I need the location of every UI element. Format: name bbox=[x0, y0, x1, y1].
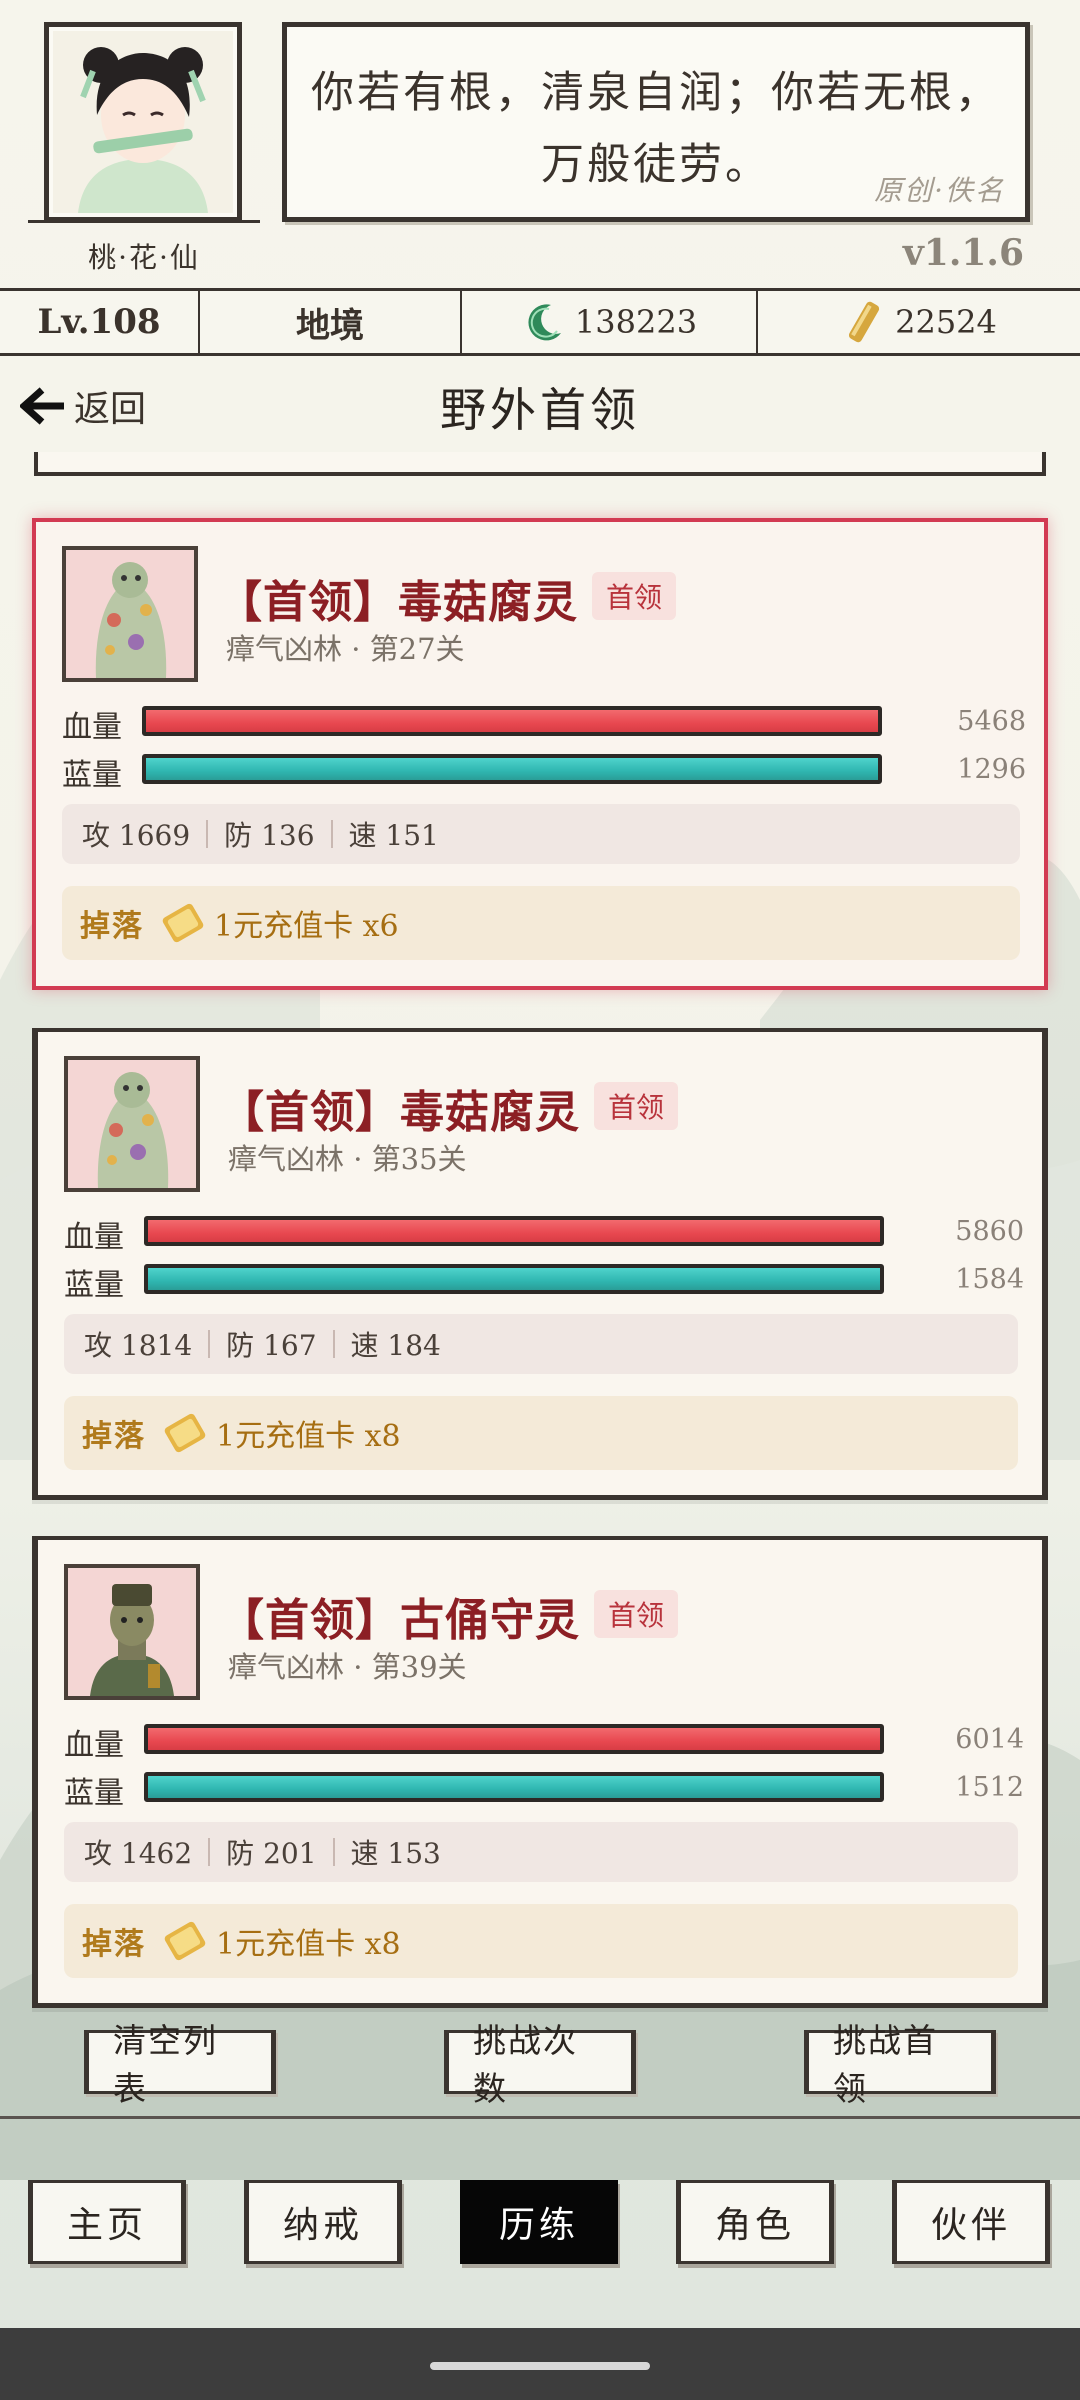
home-indicator[interactable] bbox=[430, 2362, 650, 2370]
drop-row: 掉落 1元充值卡 x8 bbox=[64, 1396, 1018, 1470]
speed-stat: 速 151 bbox=[348, 819, 439, 852]
player-avatar[interactable] bbox=[44, 22, 242, 222]
mp-value: 1296 bbox=[957, 754, 1026, 785]
combat-stats: 攻 1462 防 201 速 153 bbox=[64, 1822, 1018, 1882]
mp-bar bbox=[142, 754, 882, 784]
defense-stat: 防 167 bbox=[226, 1329, 317, 1362]
nav-training-button[interactable]: 历练 bbox=[460, 2180, 618, 2264]
drop-label: 掉落 bbox=[82, 1419, 146, 1454]
page-title: 野外首领 bbox=[440, 383, 640, 437]
challenge-boss-button[interactable]: 挑战首领 bbox=[804, 2021, 996, 2108]
boss-location: 瘴气凶林 · 第39关 bbox=[228, 1650, 467, 1684]
boss-portrait bbox=[64, 1564, 200, 1700]
boss-name: 【首领】毒菇腐灵 bbox=[218, 577, 578, 628]
hp-label: 血量 bbox=[64, 1728, 124, 1763]
hp-value: 5468 bbox=[957, 706, 1026, 737]
speed-stat: 速 153 bbox=[350, 1837, 441, 1870]
previous-card-edge bbox=[34, 452, 1046, 476]
combat-stats: 攻 1814 防 167 速 184 bbox=[64, 1314, 1018, 1374]
hp-label: 血量 bbox=[64, 1220, 124, 1255]
avatar-underline bbox=[28, 220, 260, 223]
boss-tag: 首领 bbox=[594, 1590, 679, 1638]
mp-value: 1584 bbox=[955, 1264, 1024, 1295]
mp-bar bbox=[144, 1264, 884, 1294]
scroll-amount: 22524 bbox=[895, 303, 997, 341]
defense-stat: 防 136 bbox=[224, 819, 315, 852]
drop-item: 1元充值卡 x6 bbox=[214, 909, 399, 944]
attack-stat: 攻 1462 bbox=[84, 1837, 193, 1870]
realm-stat: 地境 bbox=[200, 291, 462, 353]
jade-stat: 138223 bbox=[462, 291, 758, 353]
challenge-count-button[interactable]: 挑战次数 bbox=[444, 2021, 636, 2108]
attack-stat: 攻 1814 bbox=[84, 1329, 193, 1362]
drop-label: 掉落 bbox=[82, 1927, 146, 1962]
boss-portrait bbox=[64, 1056, 200, 1192]
boss-tag: 首领 bbox=[592, 572, 677, 620]
drop-row: 掉落 1元充值卡 x8 bbox=[64, 1904, 1018, 1978]
attack-stat: 攻 1669 bbox=[82, 819, 191, 852]
hp-value: 5860 bbox=[955, 1216, 1024, 1247]
level-stat: Lv.108 bbox=[0, 291, 200, 353]
recharge-card-icon bbox=[162, 903, 204, 943]
quote-line-1: 你若有根，清泉自润；你若无根， bbox=[311, 68, 1001, 118]
mp-bar bbox=[144, 1772, 884, 1802]
boss-tag: 首领 bbox=[594, 1082, 679, 1130]
player-name: 桃·花·仙 bbox=[88, 241, 200, 274]
mushroom-spirit-icon bbox=[66, 550, 194, 678]
drop-label: 掉落 bbox=[80, 909, 144, 944]
drop-item: 1元充值卡 x8 bbox=[216, 1419, 401, 1454]
jade-amount: 138223 bbox=[574, 303, 698, 341]
mp-value: 1512 bbox=[955, 1772, 1024, 1803]
nav-ring-button[interactable]: 纳戒 bbox=[244, 2180, 402, 2264]
version-label: v1.1.6 bbox=[902, 232, 1024, 274]
boss-card[interactable]: 【首领】毒菇腐灵 首领 瘴气凶林 · 第27关 血量 5468 蓝量 1296 … bbox=[32, 518, 1048, 990]
boss-card[interactable]: 【首领】古俑守灵 首领 瘴气凶林 · 第39关 血量 6014 蓝量 1512 … bbox=[32, 1536, 1048, 2008]
mushroom-spirit-icon bbox=[68, 1060, 196, 1188]
mp-label: 蓝量 bbox=[64, 1776, 124, 1811]
hp-label: 血量 bbox=[62, 710, 122, 745]
system-navigation-bar bbox=[0, 2328, 1080, 2400]
speed-stat: 速 184 bbox=[350, 1329, 441, 1362]
quote-author: 原创·佚名 bbox=[874, 174, 1005, 207]
recharge-card-icon bbox=[164, 1413, 206, 1453]
nav-partner-button[interactable]: 伙伴 bbox=[892, 2180, 1050, 2264]
recharge-card-icon bbox=[164, 1921, 206, 1961]
mp-label: 蓝量 bbox=[64, 1268, 124, 1303]
status-bar: Lv.108 地境 138223 22524 bbox=[0, 288, 1080, 356]
divider bbox=[0, 2116, 1080, 2119]
boss-list[interactable]: 【首领】毒菇腐灵 首领 瘴气凶林 · 第27关 血量 5468 蓝量 1296 … bbox=[0, 452, 1080, 2012]
boss-location: 瘴气凶林 · 第27关 bbox=[226, 632, 465, 666]
scroll-icon bbox=[848, 301, 880, 343]
boss-location: 瘴气凶林 · 第35关 bbox=[228, 1142, 467, 1176]
drop-item: 1元充值卡 x8 bbox=[216, 1927, 401, 1962]
hp-value: 6014 bbox=[955, 1724, 1024, 1755]
nav-character-button[interactable]: 角色 bbox=[676, 2180, 834, 2264]
combat-stats: 攻 1669 防 136 速 151 bbox=[62, 804, 1020, 864]
mp-label: 蓝量 bbox=[62, 758, 122, 793]
hp-bar bbox=[144, 1724, 884, 1754]
scroll-stat: 22524 bbox=[758, 291, 1080, 353]
boss-name: 【首领】毒菇腐灵 bbox=[220, 1087, 580, 1138]
boss-name: 【首领】古俑守灵 bbox=[220, 1595, 580, 1646]
jade-crescent-icon bbox=[528, 304, 561, 341]
defense-stat: 防 201 bbox=[226, 1837, 317, 1870]
quote-box: 你若有根，清泉自润；你若无根， 万般徒劳。 原创·佚名 bbox=[282, 22, 1030, 222]
boss-portrait bbox=[62, 546, 198, 682]
drop-row: 掉落 1元充值卡 x6 bbox=[62, 886, 1020, 960]
boss-card[interactable]: 【首领】毒菇腐灵 首领 瘴气凶林 · 第35关 血量 5860 蓝量 1584 … bbox=[32, 1028, 1048, 1500]
hp-bar bbox=[144, 1216, 884, 1246]
nav-home-button[interactable]: 主页 bbox=[28, 2180, 186, 2264]
avatar-portrait bbox=[53, 31, 233, 213]
hp-bar bbox=[142, 706, 882, 736]
terracotta-guardian-icon bbox=[68, 1568, 196, 1696]
clear-list-button[interactable]: 清空列表 bbox=[84, 2021, 276, 2108]
